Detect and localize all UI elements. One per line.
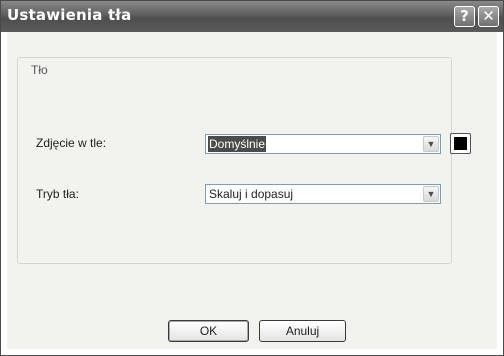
- background-mode-value: Skaluj i dopasuj: [209, 187, 294, 201]
- color-swatch: [454, 137, 467, 150]
- groupbox-title: Tło: [29, 63, 50, 77]
- background-image-label: Zdjęcie w tle:: [36, 136, 107, 150]
- background-mode-label: Tryb tła:: [36, 187, 79, 201]
- help-button[interactable]: ?: [454, 6, 475, 27]
- background-groupbox: [17, 57, 452, 264]
- background-image-value: Domyślnie: [208, 136, 267, 152]
- chevron-down-icon[interactable]: ▼: [423, 186, 439, 202]
- color-picker-button[interactable]: [450, 133, 471, 154]
- ok-button[interactable]: OK: [168, 320, 249, 342]
- cancel-button[interactable]: Anuluj: [259, 320, 346, 342]
- title-bar[interactable]: Ustawienia tła ? ✕: [1, 1, 503, 32]
- window-title: Ustawienia tła: [7, 6, 132, 24]
- close-button[interactable]: ✕: [478, 6, 499, 27]
- chevron-down-icon[interactable]: ▼: [423, 136, 439, 152]
- background-image-dropdown[interactable]: Domyślnie ▼: [205, 134, 441, 154]
- background-mode-dropdown[interactable]: Skaluj i dopasuj ▼: [205, 184, 441, 204]
